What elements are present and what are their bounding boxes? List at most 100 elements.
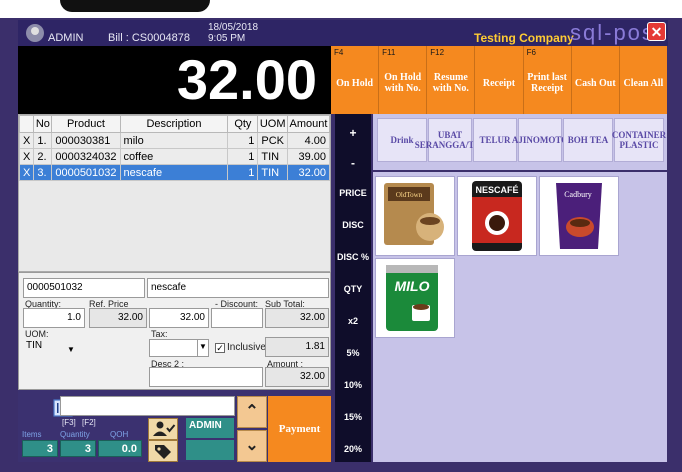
on-hold-button[interactable]: F4 On Hold (331, 46, 380, 114)
header-bar: ADMIN Bill : CS0004878 18/05/2018 9:05 P… (18, 20, 668, 46)
delete-item-button[interactable]: X (18, 164, 35, 181)
qoh-label: QOH (110, 430, 129, 439)
inclusive-checkbox[interactable]: ✓ (215, 343, 225, 353)
bill-items-grid: No Product Description Qty UOM Amount X … (18, 114, 331, 272)
button-label: Clean All (623, 77, 664, 89)
category-boh-tea[interactable]: BOH TEA (563, 118, 613, 162)
cell-qty: 1 (227, 148, 259, 165)
amount-field: 32.00 (265, 367, 329, 387)
product-label: MILO (395, 278, 430, 294)
bill-number: Bill : CS0004878 (108, 32, 190, 44)
scroll-up-button[interactable]: ⌃ (237, 396, 267, 428)
price-tag-button[interactable] (148, 440, 178, 462)
discount-10-button[interactable]: 10% (335, 380, 371, 390)
price-field[interactable]: 32.00 (149, 308, 209, 328)
product-tile-milo[interactable]: MILO (375, 258, 455, 338)
quantity-count: 3 (60, 440, 96, 457)
cell-product: 000030381 (51, 132, 121, 149)
discount-5-button[interactable]: 5% (335, 348, 371, 358)
tax-amount-field: 1.81 (265, 337, 329, 357)
barcode-input[interactable] (60, 396, 235, 416)
product-label: OldTown (396, 191, 423, 199)
button-label: Cash Out (574, 77, 616, 89)
category-ajinomoto[interactable]: AJINOMOTO (512, 118, 568, 162)
resume-with-no-button[interactable]: F12 Resume with No. (427, 46, 476, 114)
table-row[interactable]: X 2. 0000324032 coffee 1 TIN 39.00 (18, 148, 330, 165)
scroll-down-button[interactable]: ⌄ (237, 430, 267, 462)
cell-description: coffee (119, 148, 229, 165)
button-label: Receipt (482, 77, 516, 89)
oldtown-coffee-image: OldTown (384, 183, 444, 245)
select-user-button[interactable] (148, 418, 178, 440)
print-last-receipt-button[interactable]: F6 Print last Receipt (523, 46, 572, 114)
col-header-no[interactable]: No (33, 115, 53, 133)
cash-out-button[interactable]: Cash Out (571, 46, 620, 114)
table-row[interactable]: X 1. 000030381 milo 1 PCK 4.00 (18, 132, 330, 149)
col-header-uom[interactable]: UOM (257, 115, 288, 133)
cell-uom: TIN (257, 148, 288, 165)
cell-uom: TIN (257, 164, 288, 181)
product-label: NESCAFÉ (475, 185, 518, 195)
product-tile-cadbury[interactable]: Cadbury (539, 176, 619, 256)
decrease-qty-button[interactable]: - (335, 156, 371, 170)
category-container-plastic[interactable]: CONTAINER PLASTIC (612, 118, 666, 162)
disc-button[interactable]: DISC (335, 220, 371, 230)
payment-button[interactable]: Payment (268, 396, 331, 462)
price-button[interactable]: PRICE (335, 188, 371, 198)
time: 9:05 PM (208, 33, 246, 44)
cell-product: 0000324032 (51, 148, 121, 165)
key-hint: F6 (526, 48, 536, 57)
col-header-product[interactable]: Product (51, 115, 121, 133)
subtotal-field: 32.00 (265, 308, 329, 328)
items-label: Items (22, 430, 42, 439)
top-notch (0, 0, 682, 18)
price-tag-icon (155, 445, 171, 459)
cell-amount: 4.00 (287, 132, 330, 149)
cashier-name: ADMIN (186, 418, 234, 438)
item-detail-panel: 0000501032 nescafe Quantity: Ref. Price … (18, 272, 331, 390)
col-header-amount[interactable]: Amount (287, 115, 330, 133)
on-hold-with-no-button[interactable]: F11 On Hold with No. (379, 46, 428, 114)
delete-item-button[interactable]: X (18, 132, 35, 149)
desc2-field[interactable] (149, 367, 263, 387)
milo-tin-image: MILO (386, 265, 438, 331)
date: 18/05/2018 (208, 22, 259, 33)
delete-item-button[interactable]: X (18, 148, 35, 165)
receipt-button[interactable]: Receipt (475, 46, 524, 114)
quantity-field[interactable]: 1.0 (23, 308, 85, 328)
table-row-selected[interactable]: X 3. 0000501032 nescafe 1 TIN 32.00 (18, 164, 330, 181)
discount-15-button[interactable]: 15% (335, 412, 371, 422)
product-tile-nescafe[interactable]: NESCAFÉ (457, 176, 537, 256)
increase-qty-button[interactable]: + (335, 126, 371, 140)
category-bar: Drink UBAT SERANGGA/TST TELUR AJINOMOTO … (373, 114, 667, 170)
chevron-down-icon[interactable]: ▼ (67, 345, 77, 354)
category-ubat-serangga[interactable]: UBAT SERANGGA/TST (415, 118, 485, 162)
user-check-icon (153, 421, 176, 436)
col-header-qty[interactable]: Qty (227, 115, 259, 133)
side-keypad: + - PRICE DISC DISC % QTY x2 5% 10% 15% … (335, 114, 371, 462)
chevron-down-icon[interactable]: ▼ (197, 339, 209, 357)
cell-no: 2. (33, 148, 53, 165)
cell-description: milo (119, 132, 229, 149)
col-header-description[interactable]: Description (119, 115, 229, 133)
button-label: On Hold with No. (384, 72, 422, 94)
company-name: Testing Company (474, 31, 574, 45)
x2-button[interactable]: x2 (335, 316, 371, 326)
clean-all-button[interactable]: Clean All (619, 46, 667, 114)
quantity-count-label: Quantity (60, 430, 90, 439)
item-description-field[interactable]: nescafe (147, 278, 329, 298)
qty-button[interactable]: QTY (335, 284, 371, 294)
discount-20-button[interactable]: 20% (335, 444, 371, 454)
f3-hint: [F3] (62, 418, 76, 427)
discount-field[interactable] (211, 308, 263, 328)
product-grid: OldTown NESCAFÉ Cadbury MILO (373, 172, 667, 462)
ref-price-field: 32.00 (89, 308, 147, 328)
cell-no: 3. (33, 164, 53, 181)
item-code-field[interactable]: 0000501032 (23, 278, 145, 298)
cell-amount: 39.00 (287, 148, 330, 165)
product-tile-oldtown[interactable]: OldTown (375, 176, 455, 256)
category-telur[interactable]: TELUR (473, 118, 517, 162)
disc-percent-button[interactable]: DISC % (335, 252, 371, 262)
total-display: 32.00 (18, 46, 331, 114)
close-button[interactable]: ✕ (647, 22, 666, 41)
